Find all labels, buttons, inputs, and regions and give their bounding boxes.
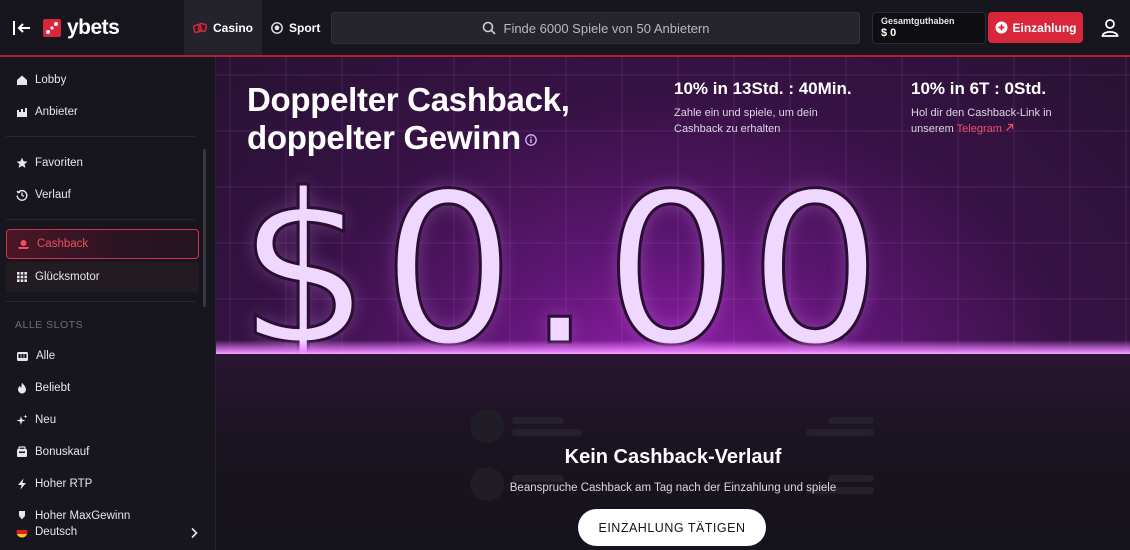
cashback-history-panel: Kein Cashback-Verlauf Beanspruche Cashba… [216, 354, 1130, 550]
stat-weekly-desc-prefix: unserem [911, 123, 954, 135]
sidebar-item-new[interactable]: Neu [6, 405, 199, 435]
grid-icon [17, 272, 27, 282]
sidebar-item-label: Glücksmotor [35, 271, 100, 283]
placeholder-line [512, 429, 582, 436]
make-deposit-button[interactable]: EINZAHLUNG TÄTIGEN [578, 509, 766, 546]
sidebar-scrollbar[interactable] [203, 149, 206, 307]
empty-state-title: Kein Cashback-Verlauf [564, 446, 782, 468]
language-selector[interactable]: Deutsch [6, 519, 206, 545]
sidebar-item-label: Cashback [37, 238, 89, 250]
stat-daily-desc-line2: Cashback zu erhalten [674, 123, 781, 135]
language-label: Deutsch [35, 526, 78, 538]
cashback-hero: Doppelter Cashback, doppelter Gewinn 10%… [216, 57, 1130, 354]
balance-value: $ 0 [881, 27, 897, 39]
collapse-sidebar-icon[interactable] [12, 19, 32, 37]
lightning-icon [18, 478, 26, 490]
sidebar-section-title: ALLE SLOTS [15, 319, 84, 331]
deposit-button[interactable]: Einzahlung [988, 12, 1083, 43]
sidebar-item-high-rtp[interactable]: Hoher RTP [6, 469, 199, 499]
german-flag-icon [16, 526, 28, 538]
external-link-icon [1006, 123, 1014, 131]
cashback-stat-daily: 10% in 13Std. : 40Min. Zahle ein und spi… [674, 79, 852, 137]
sidebar-item-providers[interactable]: Anbieter [6, 97, 199, 127]
logo-dice-icon [43, 19, 61, 37]
sidebar-divider [6, 136, 195, 137]
sidebar-item-cashback[interactable]: Cashback [6, 229, 199, 259]
tab-sport-label: Sport [289, 20, 321, 35]
slot-machine-icon [17, 352, 28, 361]
top-header: ybets Casino Sport Finde 6000 Spiele von… [0, 0, 1130, 57]
hero-title: Doppelter Cashback, doppelter Gewinn [247, 81, 570, 157]
star-icon [16, 157, 28, 168]
sport-ball-icon [271, 21, 283, 34]
placeholder-line [512, 417, 564, 424]
info-icon[interactable] [525, 134, 537, 147]
sidebar-item-label: Hoher RTP [35, 478, 93, 490]
sidebar-item-label: Lobby [35, 74, 67, 86]
plus-circle-icon [995, 21, 1007, 34]
chevron-right-icon [191, 527, 198, 539]
search-icon [482, 21, 496, 35]
sidebar-divider [6, 301, 195, 302]
telegram-link-label: Telegram [956, 123, 1002, 135]
sidebar-item-favorites[interactable]: Favoriten [6, 148, 199, 178]
stat-daily-title: 10% in 13Std. : 40Min. [674, 79, 852, 98]
placeholder-avatar [470, 409, 504, 443]
sidebar-item-luck-engine[interactable]: Glücksmotor [6, 262, 199, 292]
balance-box[interactable]: Gesamtguthaben $ 0 [872, 12, 986, 44]
tab-casino[interactable]: Casino [184, 0, 262, 55]
sidebar-item-all-slots[interactable]: Alle [6, 341, 199, 371]
bonus-icon [17, 446, 27, 457]
tab-sport[interactable]: Sport [271, 0, 323, 55]
placeholder-line [828, 475, 874, 482]
sidebar-item-label: Favoriten [35, 157, 83, 169]
fire-icon [18, 382, 26, 394]
stat-weekly-title: 10% in 6T : 0Std. [911, 79, 1047, 98]
stat-daily-desc-line1: Zahle ein und spiele, um dein [674, 107, 818, 119]
home-icon [17, 75, 27, 85]
sidebar-divider [6, 219, 195, 220]
main-content: Doppelter Cashback, doppelter Gewinn 10%… [216, 57, 1130, 550]
stat-weekly-desc-line2: unserem Telegram [911, 121, 1052, 137]
sidebar-item-label: Bonuskauf [35, 446, 90, 458]
placeholder-line [806, 429, 874, 436]
sidebar-item-lobby[interactable]: Lobby [6, 65, 199, 95]
cashback-amount: $0.00 [236, 150, 894, 355]
sidebar-item-popular[interactable]: Beliebt [6, 373, 199, 403]
hero-glow-line [216, 340, 1130, 354]
sidebar-item-history[interactable]: Verlauf [6, 180, 199, 210]
placeholder-line [512, 475, 564, 482]
logo-text: ybets [67, 16, 120, 39]
sparkle-icon [16, 414, 28, 425]
empty-state-description: Beanspruche Cashback am Tag nach der Ein… [509, 482, 837, 494]
search-input[interactable]: Finde 6000 Spiele von 50 Anbietern [331, 12, 860, 44]
sidebar-item-label: Alle [36, 350, 56, 362]
sidebar: Lobby Anbieter Favoriten Verlauf Cashbac… [0, 57, 216, 550]
balance-label: Gesamtguthaben [881, 16, 955, 26]
sidebar-item-bonus-buy[interactable]: Bonuskauf [6, 437, 199, 467]
sidebar-item-label: Beliebt [35, 382, 71, 394]
providers-icon [17, 108, 27, 117]
stat-weekly-desc-line1: Hol dir den Cashback-Link in [911, 107, 1052, 119]
search-placeholder: Finde 6000 Spiele von 50 Anbietern [503, 20, 710, 36]
deposit-button-label: Einzahlung [1012, 20, 1077, 35]
placeholder-line [828, 417, 874, 424]
hero-title-line1: Doppelter Cashback, [247, 81, 570, 118]
sidebar-item-label: Anbieter [35, 106, 78, 118]
history-icon [16, 189, 28, 201]
sidebar-item-label: Neu [35, 414, 57, 426]
sidebar-item-label: Verlauf [35, 189, 71, 201]
logo[interactable]: ybets [42, 16, 120, 40]
telegram-link[interactable]: Telegram [957, 123, 1014, 135]
tab-casino-label: Casino [212, 20, 253, 35]
casino-icon [192, 22, 207, 33]
cashback-icon [18, 240, 29, 249]
cashback-stat-weekly: 10% in 6T : 0Std. Hol dir den Cashback-L… [911, 79, 1052, 137]
user-profile-icon[interactable] [1100, 18, 1120, 38]
